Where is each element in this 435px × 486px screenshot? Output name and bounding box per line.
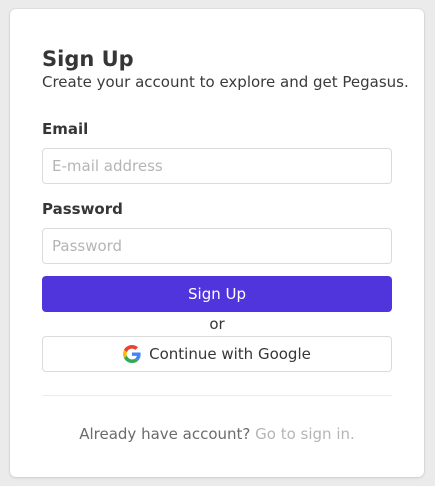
google-logo-icon: [123, 345, 141, 363]
email-field[interactable]: [42, 148, 392, 184]
page-title: Sign Up: [42, 47, 134, 71]
signup-card: Sign Up Create your account to explore a…: [10, 9, 424, 477]
sign-up-button[interactable]: Sign Up: [42, 276, 392, 312]
go-to-signin-link[interactable]: Go to sign in.: [255, 425, 355, 443]
or-separator: or: [209, 315, 225, 333]
signin-prompt: Already have account? Go to sign in.: [42, 425, 392, 443]
divider: [42, 395, 392, 396]
page-subtitle: Create your account to explore and get P…: [42, 73, 409, 91]
password-field[interactable]: [42, 228, 392, 264]
signin-prompt-text: Already have account?: [79, 425, 251, 443]
google-button-label: Continue with Google: [149, 345, 311, 363]
google-signin-button[interactable]: Continue with Google: [42, 336, 392, 372]
email-label: Email: [42, 120, 89, 138]
password-label: Password: [42, 200, 123, 218]
